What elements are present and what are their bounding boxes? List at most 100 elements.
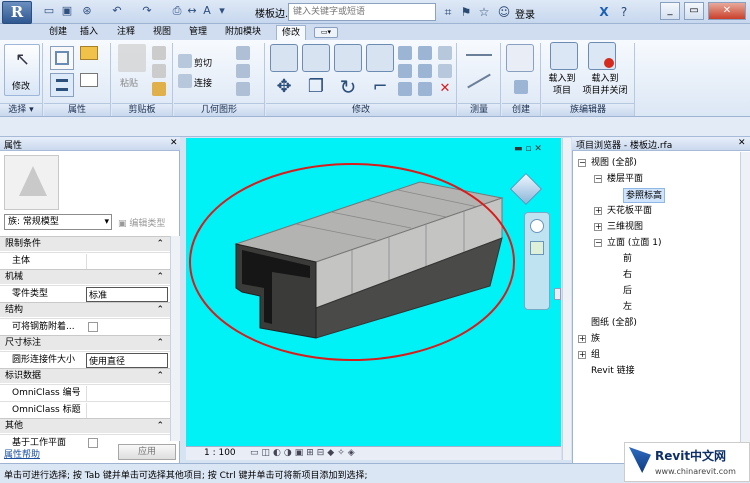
drawing-area[interactable]: ▬ ▫ ✕ bbox=[186, 138, 561, 446]
cut-geometry-label[interactable]: 剪切 bbox=[194, 56, 212, 69]
create-similar-icon[interactable] bbox=[514, 80, 528, 94]
browser-node[interactable]: 参照标高 bbox=[623, 188, 666, 203]
unpin-icon[interactable] bbox=[418, 82, 432, 96]
save-icon[interactable]: ▣ bbox=[60, 4, 74, 18]
select-panel-label[interactable]: 选择 ▾ bbox=[0, 103, 42, 116]
join-geometry-icon[interactable] bbox=[178, 74, 192, 88]
collapse-icon[interactable]: ⌃ bbox=[156, 419, 164, 433]
sync-icon[interactable]: ⊛ bbox=[80, 4, 94, 18]
scale-icon[interactable] bbox=[398, 82, 412, 96]
help-icon[interactable]: ? bbox=[616, 4, 632, 20]
property-group[interactable]: 限制条件 ⌃ bbox=[0, 236, 170, 251]
array-icon[interactable] bbox=[398, 64, 412, 78]
type-properties-icon[interactable] bbox=[80, 73, 102, 91]
aligned-dimension-icon[interactable] bbox=[466, 54, 492, 56]
modify-button[interactable]: ↖ 修改 bbox=[4, 44, 40, 96]
viewport-scroll-thumb[interactable] bbox=[554, 288, 561, 300]
collapse-icon[interactable]: ⌃ bbox=[156, 336, 164, 350]
pin-icon[interactable] bbox=[418, 64, 432, 78]
tab-manage[interactable]: 管理 bbox=[184, 25, 212, 40]
redo-icon[interactable]: ↷ bbox=[140, 4, 154, 18]
browser-scrollbar[interactable] bbox=[740, 152, 750, 462]
tab-modify[interactable]: 修改 bbox=[276, 25, 307, 40]
property-checkbox[interactable] bbox=[88, 438, 98, 448]
split-icon[interactable] bbox=[398, 46, 412, 60]
browser-node[interactable]: 组 bbox=[591, 348, 600, 363]
comm-center-icon[interactable]: ⚑ bbox=[458, 4, 474, 20]
browser-node[interactable]: Revit 链接 bbox=[591, 364, 635, 379]
vertical-scrollbar[interactable] bbox=[562, 138, 571, 460]
mirror-axis-icon[interactable] bbox=[334, 44, 362, 72]
match-icon[interactable] bbox=[438, 64, 452, 78]
delete-icon[interactable]: ✕ bbox=[438, 82, 452, 96]
browser-node[interactable]: 楼层平面 bbox=[607, 172, 643, 187]
join-geometry-label[interactable]: 连接 bbox=[194, 76, 212, 89]
paint-icon[interactable] bbox=[236, 82, 250, 96]
browser-node[interactable]: 立面 (立面 1) bbox=[607, 236, 661, 251]
load-into-project-icon[interactable] bbox=[550, 42, 578, 70]
collapse-icon[interactable]: − bbox=[594, 239, 602, 247]
measure-between-icon[interactable] bbox=[467, 73, 491, 89]
property-value[interactable]: 标准 bbox=[86, 287, 168, 302]
type-selector[interactable]: 族: 常规模型 ▾ bbox=[4, 214, 112, 230]
viewport-window-controls[interactable]: ▬ ▫ ✕ bbox=[514, 144, 542, 154]
close-button[interactable]: ✕ bbox=[708, 2, 746, 20]
property-group[interactable]: 结构 ⌃ bbox=[0, 302, 170, 317]
browser-node[interactable]: 族 bbox=[591, 332, 600, 347]
properties-icon[interactable] bbox=[50, 46, 74, 70]
application-menu-button[interactable]: R bbox=[2, 1, 32, 24]
match-type-icon[interactable] bbox=[152, 82, 166, 96]
collapse-icon[interactable]: ⌃ bbox=[156, 237, 164, 251]
copy-element-icon[interactable]: ❐ bbox=[302, 74, 330, 102]
collapse-icon[interactable]: ⌃ bbox=[156, 303, 164, 317]
exchange-apps-icon[interactable]: X bbox=[596, 4, 612, 20]
trim-extend-icon[interactable]: ⌐ bbox=[366, 74, 394, 102]
restore-button[interactable]: ▭ bbox=[684, 2, 704, 20]
text-icon[interactable]: A bbox=[200, 4, 214, 18]
collapse-icon[interactable]: − bbox=[578, 159, 586, 167]
move-icon[interactable]: ✥ bbox=[270, 74, 298, 102]
zoom-icon[interactable] bbox=[530, 241, 544, 255]
browser-node[interactable]: 三维视图 bbox=[607, 220, 643, 235]
browser-node[interactable]: 右 bbox=[623, 268, 632, 283]
property-value[interactable]: 使用直径 bbox=[86, 353, 168, 368]
steering-wheel-icon[interactable] bbox=[530, 219, 544, 233]
property-value[interactable] bbox=[86, 386, 168, 401]
tab-insert[interactable]: 插入 bbox=[75, 25, 103, 40]
favorites-icon[interactable]: ☆ bbox=[476, 4, 492, 20]
browser-node[interactable]: 左 bbox=[623, 300, 632, 315]
view-control-icons[interactable]: ▭◫◐◑▣⊞⊟◆✧◈ bbox=[250, 448, 358, 458]
browser-node[interactable]: 后 bbox=[623, 284, 632, 299]
measure-qa-icon[interactable]: ↔ bbox=[185, 4, 199, 18]
family-category-icon[interactable] bbox=[80, 46, 102, 64]
offset-icon[interactable] bbox=[302, 44, 330, 72]
property-group[interactable]: 机械 ⌃ bbox=[0, 269, 170, 284]
cut-geometry-icon[interactable] bbox=[178, 54, 192, 68]
properties-scrollbar[interactable] bbox=[170, 236, 180, 441]
collapse-icon[interactable]: − bbox=[594, 175, 602, 183]
login-button[interactable]: 登录 bbox=[515, 6, 535, 21]
load-close-label[interactable]: 载入到 项目并关闭 bbox=[578, 73, 632, 97]
create-group-icon[interactable] bbox=[506, 44, 534, 72]
browser-node[interactable]: 前 bbox=[623, 252, 632, 267]
open-icon[interactable]: ▭ bbox=[42, 4, 56, 18]
close-icon[interactable]: ✕ bbox=[738, 138, 746, 148]
property-group[interactable]: 其他 ⌃ bbox=[0, 418, 170, 433]
property-value[interactable] bbox=[86, 254, 168, 269]
print-icon[interactable]: ⎙ bbox=[170, 4, 184, 18]
tab-view[interactable]: 视图 bbox=[148, 25, 176, 40]
property-value[interactable] bbox=[86, 403, 168, 418]
split-face-icon[interactable] bbox=[236, 64, 250, 78]
search-box[interactable] bbox=[288, 3, 436, 21]
close-icon[interactable]: ✕ bbox=[170, 138, 178, 148]
tab-annotate[interactable]: 注释 bbox=[112, 25, 140, 40]
extend-icon[interactable] bbox=[438, 46, 452, 60]
browser-node[interactable]: 天花板平面 bbox=[607, 204, 652, 219]
undo-icon[interactable]: ↶ bbox=[110, 4, 124, 18]
user-icon[interactable]: ☺ bbox=[496, 4, 512, 20]
family-types-icon[interactable] bbox=[50, 73, 74, 97]
property-checkbox[interactable] bbox=[88, 322, 98, 332]
browser-node[interactable]: 视图 (全部) bbox=[591, 156, 637, 171]
browser-node[interactable]: 图纸 (全部) bbox=[591, 316, 637, 331]
rotate-icon[interactable]: ↻ bbox=[334, 74, 362, 102]
